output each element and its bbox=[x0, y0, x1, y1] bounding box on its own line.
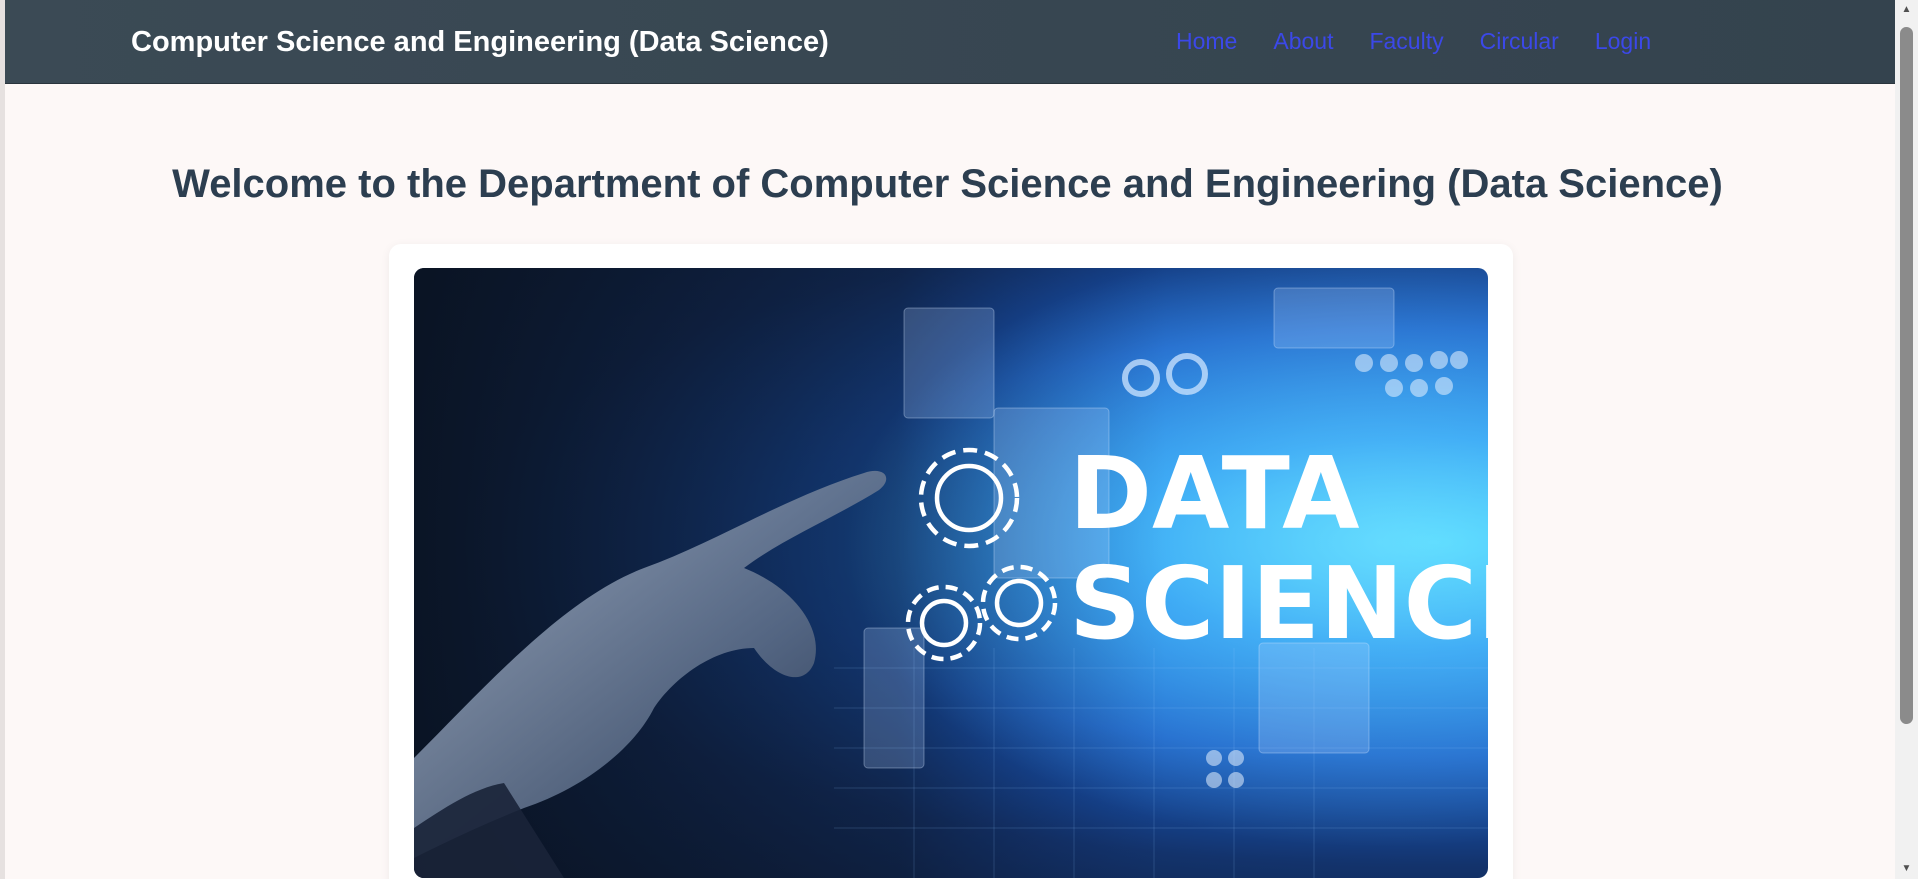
nav-link-home[interactable]: Home bbox=[1176, 26, 1237, 56]
main-nav: Home About Faculty Circular Login bbox=[1176, 26, 1651, 56]
window-left-edge bbox=[0, 0, 5, 879]
hero-text-line2: SCIENCE bbox=[1069, 545, 1488, 662]
scroll-down-arrow-icon[interactable]: ▼ bbox=[1895, 859, 1918, 879]
scroll-up-arrow-icon[interactable]: ▲ bbox=[1895, 0, 1918, 20]
hero-text-line1: DATA bbox=[1069, 435, 1359, 552]
hero-illustration: DATA SCIENCE bbox=[414, 268, 1488, 878]
vertical-scrollbar[interactable]: ▲ ▼ bbox=[1895, 0, 1918, 879]
nav-item-home: Home bbox=[1176, 26, 1237, 56]
nav-item-about: About bbox=[1273, 26, 1333, 56]
nav-link-login[interactable]: Login bbox=[1595, 26, 1651, 56]
nav-link-circular[interactable]: Circular bbox=[1480, 26, 1559, 56]
hero-card: DATA SCIENCE bbox=[389, 244, 1513, 879]
nav-item-faculty: Faculty bbox=[1369, 26, 1443, 56]
site-brand[interactable]: Computer Science and Engineering (Data S… bbox=[131, 24, 829, 60]
nav-item-login: Login bbox=[1595, 26, 1651, 56]
nav-link-about[interactable]: About bbox=[1273, 26, 1333, 56]
top-navbar: Computer Science and Engineering (Data S… bbox=[5, 0, 1895, 84]
nav-link-faculty[interactable]: Faculty bbox=[1369, 26, 1443, 56]
hero-image: DATA SCIENCE bbox=[414, 268, 1488, 878]
page-title: Welcome to the Department of Computer Sc… bbox=[172, 162, 1723, 206]
nav-item-circular: Circular bbox=[1480, 26, 1559, 56]
scrollbar-thumb[interactable] bbox=[1900, 27, 1913, 724]
